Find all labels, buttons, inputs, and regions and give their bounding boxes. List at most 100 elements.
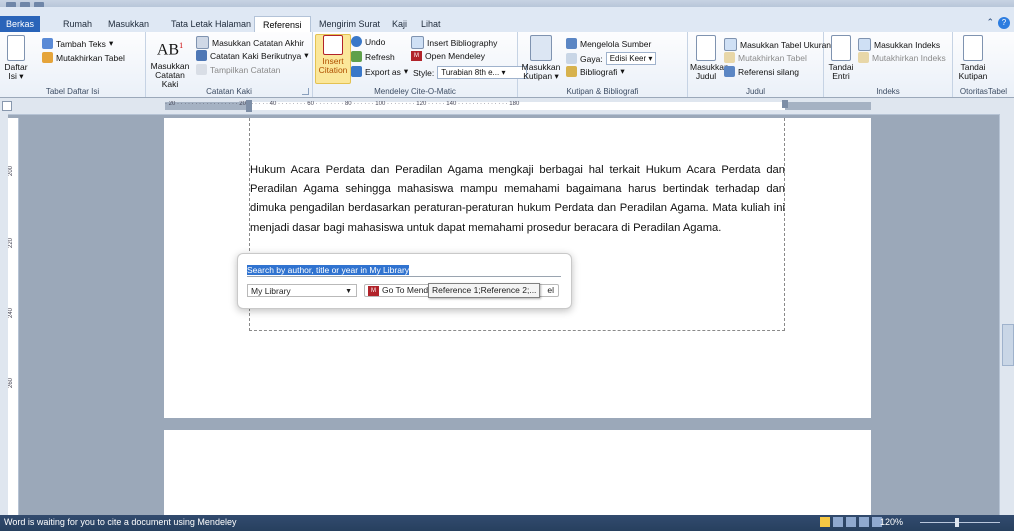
vertical-scrollbar[interactable] (999, 114, 1014, 515)
citation-style-select[interactable]: Turabian 8th e... ▾ (437, 66, 528, 79)
mark-citation-button[interactable]: Tandai Kutipan (956, 35, 990, 81)
group-label: Mendeley Cite-O-Matic (374, 87, 456, 96)
insert-endnote-button[interactable]: Masukkan Catatan Akhir (196, 36, 304, 49)
show-notes-icon (196, 64, 207, 75)
left-indent-marker[interactable] (246, 100, 252, 112)
mark-entry-icon (831, 35, 851, 61)
scrollbar-thumb[interactable] (1002, 324, 1014, 366)
document-paragraph[interactable]: Hukum Acara Perdata dan Peradilan Agama … (250, 161, 785, 238)
style-select[interactable]: Edisi Keer ▾ (605, 52, 657, 65)
show-notes-button[interactable]: Tampilkan Catatan (196, 64, 280, 75)
cross-reference-button[interactable]: Referensi silang (724, 66, 799, 77)
full-screen-reading-icon[interactable] (833, 517, 843, 527)
tab-file[interactable]: Berkas (0, 16, 40, 32)
reference-tooltip: Reference 1;Reference 2;... (428, 283, 541, 298)
footnote-dialog-launcher[interactable] (302, 88, 309, 95)
group-index: Tandai Entri Masukkan Indeks Mutakhirkan… (824, 32, 953, 97)
title-bar (0, 0, 1014, 8)
update-index-button[interactable]: Mutakhirkan Indeks (858, 52, 946, 63)
mark-entry-button[interactable]: Tandai Entri (826, 35, 856, 81)
mendeley-undo-button[interactable]: Undo (351, 36, 385, 47)
mendeley-refresh-button[interactable]: Refresh (351, 51, 395, 62)
mendeley-icon: M (411, 51, 422, 61)
insert-footnote-button[interactable]: AB1 Masukkan Catatan Kaki (146, 34, 194, 89)
undo-icon (351, 36, 362, 47)
insert-bibliography-button[interactable]: Insert Bibliography (411, 36, 497, 49)
next-footnote-button[interactable]: Catatan Kaki Berikutnya ▾ (196, 50, 308, 61)
insert-caption-button[interactable]: Masukkan Judul (690, 35, 729, 81)
library-select[interactable]: My Library ▼ (247, 284, 357, 297)
mendeley-citation-popup: Search by author, title or year in My Li… (237, 253, 572, 309)
group-table-of-contents: Daftar Isi ▾ Tambah Teks ▾ Mutakhirkan T… (0, 32, 146, 97)
citation-icon (530, 35, 552, 61)
group-footnotes: AB1 Masukkan Catatan Kaki Masukkan Catat… (146, 32, 313, 97)
web-layout-icon[interactable] (846, 517, 856, 527)
ruler-ticks: · 20 · · · · · · · · · · · · · · · · · 2… (165, 101, 520, 107)
update-table-icon (42, 52, 53, 63)
ribbon-tab-bar: Berkas Rumah Masukkan Tata Letak Halaman… (0, 7, 1014, 33)
ribbon-controls: ⌃? (986, 17, 1010, 29)
zoom-level[interactable]: 120% (880, 517, 903, 527)
minimize-ribbon-icon[interactable]: ⌃ (986, 17, 994, 27)
vruler-label: 200 (8, 166, 14, 177)
caption-icon (696, 35, 716, 61)
table-of-contents-button[interactable]: Daftar Isi ▾ (2, 35, 30, 81)
update-table-of-figures-icon (724, 52, 735, 63)
chevron-down-icon: ▼ (345, 288, 352, 295)
quick-access-toolbar (6, 0, 126, 8)
zoom-slider-knob[interactable] (955, 518, 959, 527)
group-table-of-authorities: Tandai Kutipan OtoritasTabel (953, 32, 1014, 97)
citation-style-control: Style: Turabian 8th e... ▾ (413, 66, 528, 79)
update-table-of-figures-button[interactable]: Mutakhirkan Tabel (724, 52, 807, 63)
status-bar: Word is waiting for you to cite a docume… (0, 515, 1014, 531)
export-icon (351, 66, 362, 77)
add-text-icon (42, 38, 53, 49)
next-footnote-icon (196, 50, 207, 61)
insert-index-icon (858, 38, 871, 51)
status-message: Word is waiting for you to cite a docume… (4, 517, 237, 527)
open-mendeley-button[interactable]: M Open Mendeley (411, 51, 485, 61)
insert-citation-native-button[interactable]: Masukkan Kutipan ▾ (521, 35, 561, 81)
print-layout-icon[interactable] (820, 517, 830, 527)
endnote-icon (196, 36, 209, 49)
tab-insert[interactable]: Masukkan (100, 16, 157, 32)
insert-citation-button[interactable]: Insert Citation (315, 34, 351, 84)
tab-view[interactable]: Lihat (413, 16, 449, 32)
vertical-ruler-track (0, 114, 8, 515)
group-label: Kutipan & Bibliografi (566, 87, 639, 96)
help-icon[interactable]: ? (998, 17, 1010, 29)
bibliography-book-icon (566, 66, 577, 77)
right-indent-marker[interactable] (782, 100, 788, 108)
add-text-button[interactable]: Tambah Teks ▾ (42, 38, 113, 49)
ribbon: Daftar Isi ▾ Tambah Teks ▾ Mutakhirkan T… (0, 32, 1014, 98)
insert-index-button[interactable]: Masukkan Indeks (858, 38, 940, 51)
mendeley-icon: M (368, 285, 379, 296)
citation-search-input[interactable]: Search by author, title or year in My Li… (247, 264, 561, 277)
outline-icon[interactable] (859, 517, 869, 527)
update-table-button[interactable]: Mutakhirkan Tabel (42, 52, 125, 63)
vruler-label: 240 (8, 308, 14, 319)
cross-reference-icon (724, 66, 735, 77)
insert-table-of-figures-button[interactable]: Masukkan Tabel Ukuran (724, 38, 831, 51)
vertical-ruler[interactable]: 200 220 240 260 (8, 118, 19, 515)
mendeley-citation-icon (323, 35, 343, 55)
tab-page-layout[interactable]: Tata Letak Halaman (163, 16, 259, 32)
tab-selector[interactable] (2, 101, 12, 111)
tab-review[interactable]: Kaji (384, 16, 415, 32)
view-buttons (820, 517, 882, 527)
tab-home[interactable]: Rumah (55, 16, 100, 32)
tab-mailings[interactable]: Mengirim Surat (311, 16, 388, 32)
horizontal-ruler[interactable]: · 20 · · · · · · · · · · · · · · · · · 2… (0, 98, 1014, 115)
manage-sources-button[interactable]: Mengelola Sumber (566, 38, 651, 49)
tab-references[interactable]: Referensi (254, 16, 311, 33)
group-label: Judul (745, 87, 766, 96)
document-page-next[interactable] (164, 430, 871, 515)
table-of-figures-icon (724, 38, 737, 51)
mendeley-export-button[interactable]: Export as ▾ (351, 66, 408, 77)
vruler-label: 260 (8, 378, 14, 389)
toc-icon (7, 35, 25, 61)
bibliography-button[interactable]: Bibliografi ▾ (566, 66, 625, 77)
style-control: Gaya: Edisi Keer ▾ (566, 52, 657, 65)
group-label: Indeks (876, 87, 900, 96)
zoom-slider[interactable] (920, 522, 1000, 523)
